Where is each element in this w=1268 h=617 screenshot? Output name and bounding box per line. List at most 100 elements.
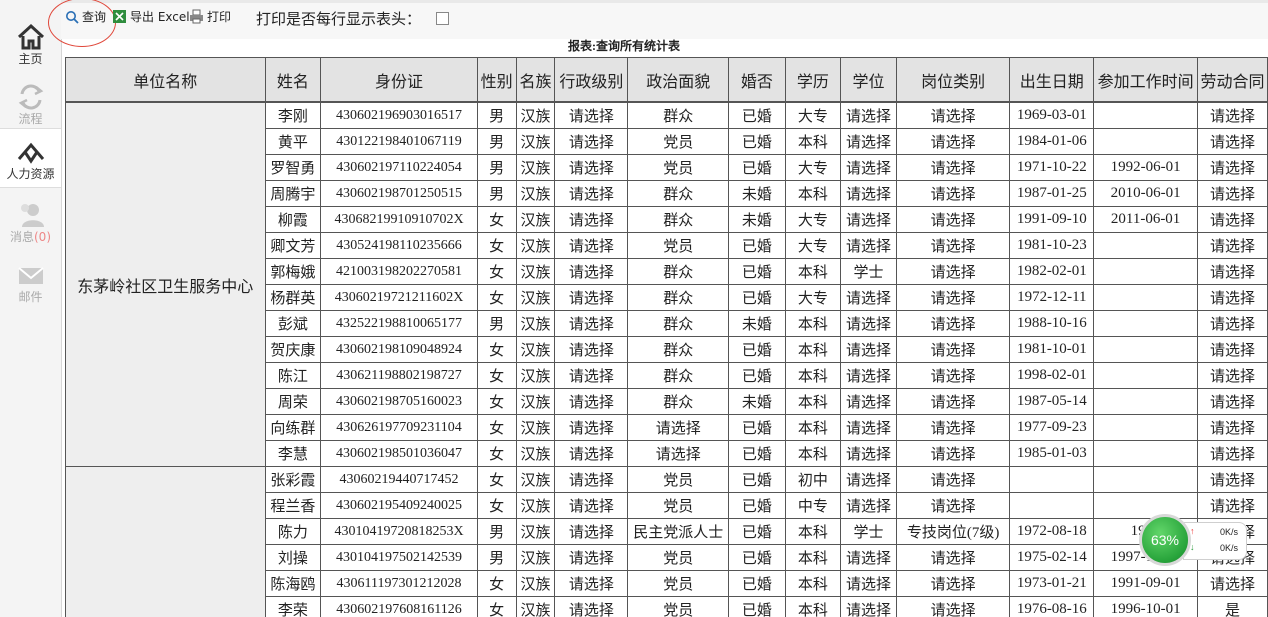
export-excel-button[interactable]: 导出 Excel <box>112 8 190 25</box>
table-cell: 1992-06-01 <box>1093 154 1199 181</box>
sidebar-item-mail[interactable]: 邮件 <box>0 252 61 312</box>
column-header: 政治面貌 <box>627 57 730 103</box>
table-cell: 大专 <box>784 206 842 233</box>
table-cell: 请选择 <box>554 310 629 337</box>
table-cell: 女 <box>476 492 517 519</box>
table-cell: 1984-01-06 <box>1009 128 1095 155</box>
table-cell: 本科 <box>784 362 842 389</box>
table-cell: 430602198701250515 <box>320 180 478 207</box>
table-cell: 请选择 <box>554 258 629 285</box>
table-cell: 请选择 <box>895 362 1011 389</box>
table-cell: 请选择 <box>895 492 1011 519</box>
table-cell <box>1093 310 1199 337</box>
network-speed-widget[interactable]: ↑ 0K/s ↓ 0K/s 63% <box>1139 514 1247 574</box>
table-cell: 请选择 <box>895 101 1011 129</box>
table-cell: 1973-01-21 <box>1009 570 1095 597</box>
table-cell: 请选择 <box>1197 284 1268 311</box>
table-cell: 请选择 <box>554 570 629 597</box>
sidebar-item-hr[interactable]: 人力资源 <box>0 128 61 188</box>
table-cell: 请选择 <box>554 440 629 467</box>
table-cell: 421003198202270581 <box>320 258 478 285</box>
report-table-container[interactable]: 单位名称 姓名 身份证 性别 名族 行政级别 政治面貌 婚否 学历 学位 岗位类别 出生日期 参加工作时… <box>65 57 1268 617</box>
query-button[interactable]: 查询 <box>65 8 106 25</box>
table-cell: 女 <box>476 466 517 493</box>
table-cell: 未婚 <box>728 206 786 233</box>
table-cell: 本科 <box>784 310 842 337</box>
table-cell: 2010-06-01 <box>1093 180 1199 207</box>
table-cell: 请选择 <box>840 388 897 415</box>
table-cell: 群众 <box>627 310 730 337</box>
table-cell: 柳霞 <box>264 206 322 233</box>
table-cell: 汉族 <box>515 570 556 597</box>
table-cell: 党员 <box>627 492 730 519</box>
table-cell: 罗智勇 <box>264 154 322 181</box>
table-cell: 1981-10-23 <box>1009 232 1095 259</box>
table-cell: 请选择 <box>895 596 1011 617</box>
table-cell: 1987-05-14 <box>1009 388 1095 415</box>
table-cell: 党员 <box>627 232 730 259</box>
sidebar-item-message[interactable]: 消息(0) <box>0 192 61 252</box>
table-cell: 请选择 <box>1197 128 1268 155</box>
table-cell: 请选择 <box>554 206 629 233</box>
table-cell: 430104197502142539 <box>320 544 478 571</box>
table-cell: 男 <box>476 128 517 155</box>
table-cell: 汉族 <box>515 258 556 285</box>
sidebar: 主页 流程 人力资源 消息(0) 邮件 <box>0 0 62 617</box>
column-header: 姓名 <box>264 57 322 103</box>
table-cell: 已婚 <box>728 336 786 363</box>
table-cell: 1969-03-01 <box>1009 101 1095 129</box>
table-cell: 李慧 <box>264 440 322 467</box>
table-cell: 程兰香 <box>264 492 322 519</box>
excel-icon <box>113 10 126 23</box>
table-cell: 已婚 <box>728 570 786 597</box>
table-cell: 请选择 <box>840 232 897 259</box>
table-cell: 430524198110235666 <box>320 232 478 259</box>
table-cell: 1991-09-01 <box>1093 570 1199 597</box>
table-cell: 党员 <box>627 154 730 181</box>
table-cell: 请选择 <box>1197 466 1268 493</box>
table-cell: 430621198802198727 <box>320 362 478 389</box>
table-cell: 43010419720818253X <box>320 518 478 545</box>
print-header-checkbox[interactable] <box>436 12 449 25</box>
memory-percent-bubble[interactable]: 63% <box>1139 514 1191 566</box>
table-cell: 请选择 <box>554 596 629 617</box>
table-cell: 请选择 <box>840 596 897 617</box>
table-cell: 请选择 <box>895 284 1011 311</box>
table-cell: 汉族 <box>515 336 556 363</box>
column-header: 参加工作时间 <box>1093 57 1199 103</box>
table-cell: 已婚 <box>728 596 786 617</box>
table-cell: 请选择 <box>1197 232 1268 259</box>
print-label: 打印 <box>207 10 232 24</box>
sidebar-item-flow[interactable]: 流程 <box>0 74 61 134</box>
table-cell: 1976-08-16 <box>1009 596 1095 617</box>
upload-speed: 0K/s <box>1219 527 1238 537</box>
table-cell: 请选择 <box>840 128 897 155</box>
table-cell: 女 <box>476 336 517 363</box>
table-cell: 请选择 <box>627 440 730 467</box>
table-cell: 汉族 <box>515 466 556 493</box>
table-cell: 请选择 <box>1197 310 1268 337</box>
table-cell: 已婚 <box>728 284 786 311</box>
table-cell: 是 <box>1197 596 1268 617</box>
table-cell: 请选择 <box>554 362 629 389</box>
table-cell: 女 <box>476 414 517 441</box>
table-cell <box>1009 466 1095 493</box>
table-cell: 432522198810065177 <box>320 310 478 337</box>
table-cell: 请选择 <box>895 258 1011 285</box>
table-cell: 学士 <box>840 258 897 285</box>
table-cell: 女 <box>476 440 517 467</box>
table-cell: 请选择 <box>554 180 629 207</box>
table-cell <box>1093 466 1199 493</box>
table-cell: 已婚 <box>728 128 786 155</box>
table-cell: 汉族 <box>515 518 556 545</box>
table-cell: 党员 <box>627 466 730 493</box>
table-cell <box>1093 258 1199 285</box>
table-cell: 43060219440717452 <box>320 466 478 493</box>
table-row: 东茅岭社区卫生服务中心 李刚 430602196903016517 男汉族 请选择 群众已… <box>65 101 1268 467</box>
table-cell: 向练群 <box>264 414 322 441</box>
table-cell: 请选择 <box>840 101 897 129</box>
table-cell: 1998-02-01 <box>1009 362 1095 389</box>
table-cell <box>1093 362 1199 389</box>
print-button[interactable]: 打印 <box>189 8 231 25</box>
table-cell <box>1093 414 1199 441</box>
